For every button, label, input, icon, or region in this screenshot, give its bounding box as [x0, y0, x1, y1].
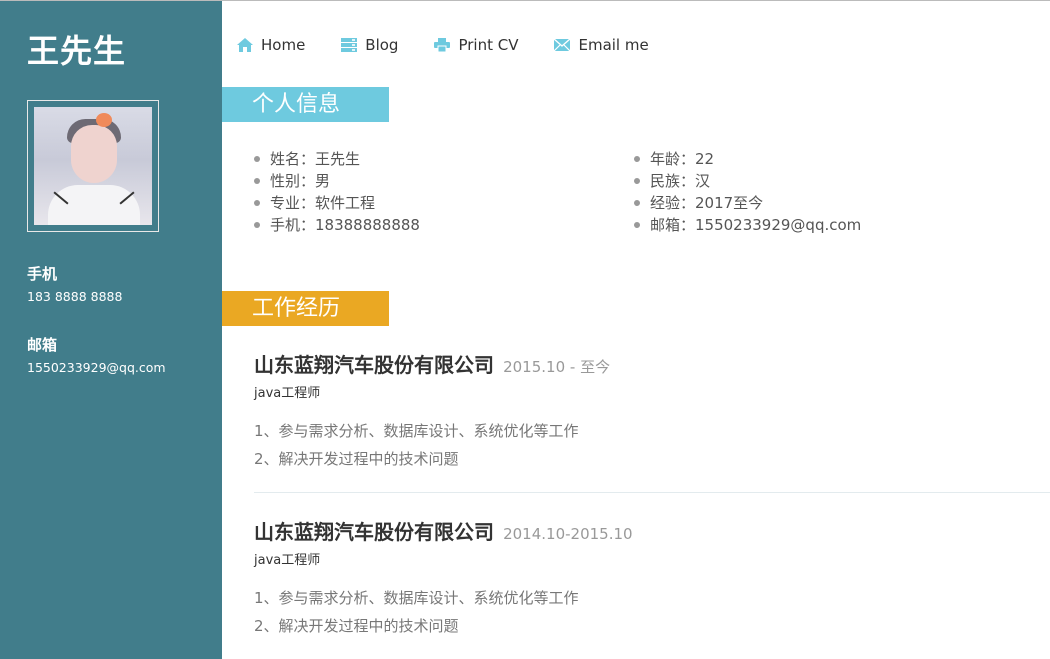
job-period: 2015.10 - 至今 [503, 358, 611, 376]
job-duty: 2、解决开发过程中的技术问题 [254, 617, 459, 635]
nav-print-cv-label: Print CV [458, 36, 519, 54]
home-icon [237, 38, 253, 52]
info-item: 邮箱：1550233929@qq.com [634, 214, 861, 236]
email-value: 1550233929@qq.com [27, 360, 166, 375]
printer-icon [434, 38, 451, 52]
nav-email-me-label: Email me [578, 36, 649, 54]
info-item: 性别：男 [254, 170, 420, 192]
profile-photo-frame [27, 100, 159, 232]
info-item: 专业：软件工程 [254, 192, 420, 214]
nav-email-me[interactable]: Email me [554, 36, 649, 54]
job-company: 山东蓝翔汽车股份有限公司 [254, 353, 494, 377]
job-company: 山东蓝翔汽车股份有限公司 [254, 520, 494, 544]
server-icon [341, 38, 358, 52]
job-entry: 山东蓝翔汽车股份有限公司 2014.10-2015.10 java工程师 1、参… [254, 516, 1050, 640]
job-entry: 山东蓝翔汽车股份有限公司 2015.10 - 至今 java工程师 1、参与需求… [254, 349, 1050, 473]
nav-print-cv[interactable]: Print CV [434, 36, 518, 54]
phone-label: 手机 [27, 265, 58, 283]
info-item: 手机：18388888888 [254, 214, 420, 236]
info-item: 年龄：22 [634, 148, 861, 170]
profile-photo [34, 107, 152, 225]
job-divider [254, 492, 1050, 493]
personal-info-heading: 个人信息 [222, 87, 389, 122]
job-duty: 2、解决开发过程中的技术问题 [254, 450, 459, 468]
envelope-icon [554, 39, 571, 51]
nav-home-label: Home [261, 36, 306, 54]
info-item: 民族：汉 [634, 170, 861, 192]
job-period: 2014.10-2015.10 [503, 525, 633, 543]
nav-home[interactable]: Home [237, 36, 305, 54]
personal-info-left: 姓名：王先生 性别：男 专业：软件工程 手机：18388888888 [254, 148, 420, 236]
sidebar: 王先生 手机 183 8888 8888 邮箱 1550233929@qq.co… [0, 1, 222, 659]
job-role: java工程师 [254, 553, 321, 568]
personal-info-right: 年龄：22 民族：汉 经验：2017至今 邮箱：1550233929@qq.co… [634, 148, 861, 236]
email-label: 邮箱 [27, 336, 58, 354]
job-role: java工程师 [254, 386, 321, 401]
top-nav: Home Blog Print CV Email me [237, 34, 685, 56]
nav-blog[interactable]: Blog [341, 36, 398, 54]
phone-value: 183 8888 8888 [27, 289, 123, 304]
info-item: 姓名：王先生 [254, 148, 420, 170]
info-item: 经验：2017至今 [634, 192, 861, 214]
work-experience-heading: 工作经历 [222, 291, 389, 326]
job-duty: 1、参与需求分析、数据库设计、系统优化等工作 [254, 589, 579, 607]
owner-name: 王先生 [27, 32, 127, 70]
job-duty: 1、参与需求分析、数据库设计、系统优化等工作 [254, 422, 579, 440]
nav-blog-label: Blog [365, 36, 399, 54]
